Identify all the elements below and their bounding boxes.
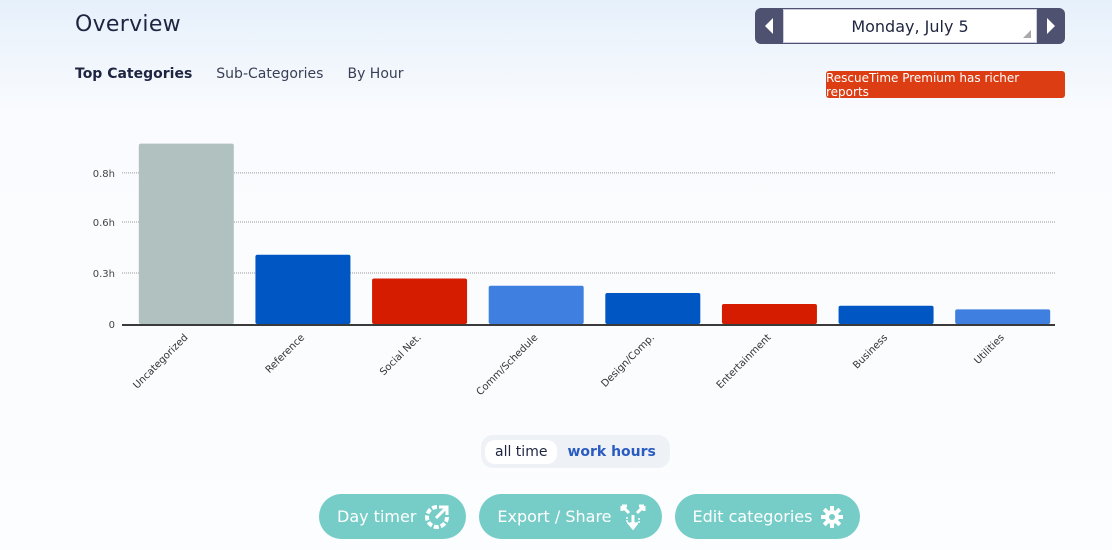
x-tick-label: Comm/Schedule bbox=[475, 332, 541, 398]
bar-design-comp- bbox=[605, 293, 701, 324]
bar-uncategorized bbox=[138, 143, 234, 324]
action-buttons: Day timer Export / Share Edit categories bbox=[319, 494, 861, 539]
bar-comm-schedule bbox=[488, 285, 584, 324]
premium-banner-button[interactable]: RescueTime Premium has richer reports bbox=[826, 71, 1065, 99]
x-tick-label: Business bbox=[851, 332, 890, 371]
export-share-icon bbox=[620, 504, 646, 530]
bar-social-net- bbox=[372, 278, 468, 324]
edit-categories-label: Edit categories bbox=[692, 507, 813, 526]
next-day-button[interactable] bbox=[1037, 8, 1065, 44]
x-tick-label: Reference bbox=[264, 332, 307, 375]
day-timer-icon bbox=[425, 504, 450, 529]
tab-sub-categories[interactable]: Sub-Categories bbox=[216, 66, 323, 82]
tab-by-hour[interactable]: By Hour bbox=[347, 66, 403, 82]
bar-entertainment bbox=[721, 303, 817, 324]
previous-day-button[interactable] bbox=[755, 8, 783, 44]
toggle-all-time[interactable]: all time bbox=[485, 439, 558, 464]
edit-categories-button[interactable]: Edit categories bbox=[674, 494, 861, 539]
category-bar-chart: 0 0.3h 0.6h 0.8h Uncategorized Reference Socia… bbox=[93, 143, 1055, 398]
chevron-left-icon bbox=[765, 18, 773, 34]
resize-handle-icon bbox=[1023, 30, 1031, 38]
day-timer-button[interactable]: Day timer bbox=[319, 494, 467, 539]
x-tick-label: Design/Comp. bbox=[599, 332, 656, 389]
y-tick-label: 0 bbox=[109, 320, 115, 331]
export-share-button[interactable]: Export / Share bbox=[479, 494, 662, 539]
x-tick-label: Entertainment bbox=[715, 332, 774, 391]
gear-icon bbox=[821, 505, 844, 528]
chevron-right-icon bbox=[1047, 18, 1055, 34]
x-tick-label: Uncategorized bbox=[131, 332, 190, 391]
bar-business bbox=[838, 305, 934, 324]
time-range-toggle: all time work hours bbox=[481, 435, 670, 468]
x-tick-label: Social Net. bbox=[378, 332, 424, 378]
report-tabs: Top Categories Sub-Categories By Hour bbox=[75, 66, 404, 82]
day-timer-label: Day timer bbox=[337, 507, 417, 526]
date-picker: Monday, July 5 bbox=[755, 8, 1065, 44]
date-label: Monday, July 5 bbox=[851, 16, 969, 36]
toggle-work-hours[interactable]: work hours bbox=[557, 440, 665, 464]
bar-reference bbox=[255, 254, 351, 324]
date-field[interactable]: Monday, July 5 bbox=[783, 9, 1037, 43]
y-tick-label: 0.3h bbox=[93, 269, 115, 280]
tab-top-categories[interactable]: Top Categories bbox=[75, 66, 192, 82]
y-tick-label: 0.8h bbox=[93, 169, 115, 180]
bar-utilities bbox=[955, 309, 1051, 324]
x-tick-label: Utilities bbox=[972, 332, 1006, 366]
page-title: Overview bbox=[75, 12, 181, 37]
y-tick-label: 0.6h bbox=[93, 218, 115, 229]
export-share-label: Export / Share bbox=[497, 507, 612, 526]
